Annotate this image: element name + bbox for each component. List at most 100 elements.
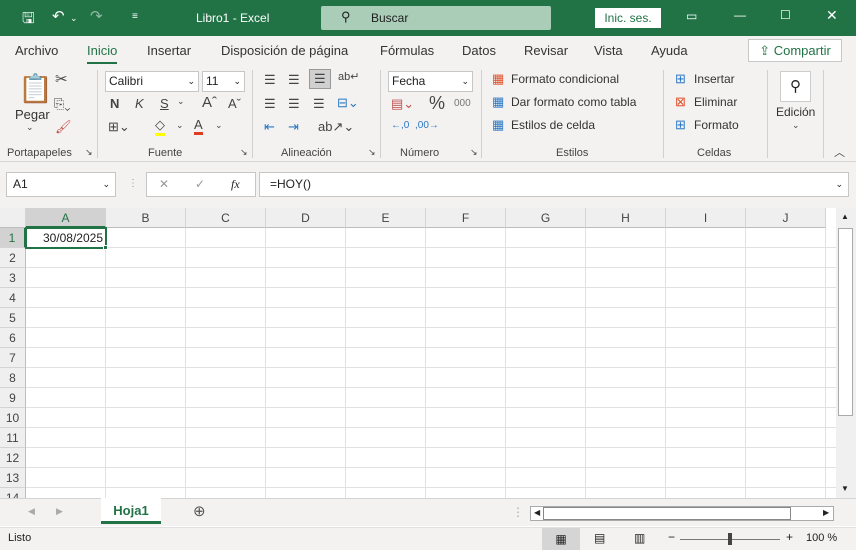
close-icon[interactable]: ✕: [826, 7, 838, 24]
increase-font-icon[interactable]: Aˆ: [202, 94, 217, 111]
sign-in-button[interactable]: Inic. ses.: [595, 8, 661, 28]
column-header[interactable]: E: [346, 208, 426, 228]
thousands-button[interactable]: 000: [454, 98, 471, 109]
name-box[interactable]: A1 ⌄: [6, 172, 116, 197]
insert-cells-button[interactable]: Insertar: [694, 72, 735, 86]
undo-icon[interactable]: ↶: [52, 7, 65, 25]
column-header[interactable]: D: [266, 208, 346, 228]
column-header[interactable]: F: [426, 208, 506, 228]
enter-icon[interactable]: ✓: [195, 173, 205, 196]
align-left-icon[interactable]: ☰: [264, 96, 276, 112]
cell-A1[interactable]: 30/08/2025: [25, 227, 107, 249]
accounting-format-icon[interactable]: ▤⌄: [391, 96, 414, 112]
share-button[interactable]: ⇪ Compartir: [748, 39, 842, 62]
delete-cells-button[interactable]: Eliminar: [694, 95, 737, 109]
align-right-icon[interactable]: ☰: [313, 96, 325, 112]
column-header[interactable]: I: [666, 208, 746, 228]
merge-center-icon[interactable]: ⊟⌄: [337, 95, 359, 111]
paste-icon[interactable]: 📋: [18, 72, 53, 105]
cut-icon[interactable]: ✂: [55, 70, 68, 88]
alignment-launcher-icon[interactable]: ↘: [368, 147, 376, 158]
wrap-text-icon[interactable]: ab↵: [338, 70, 359, 83]
align-bottom-icon[interactable]: ☰: [309, 69, 331, 89]
row-header[interactable]: 12: [0, 448, 26, 468]
cell-styles-button[interactable]: Estilos de celda: [511, 118, 595, 132]
editing-dropdown-icon[interactable]: ⌄: [792, 120, 800, 131]
row-header[interactable]: 14: [0, 488, 26, 498]
orientation-icon[interactable]: ab↗⌄: [318, 119, 354, 135]
row-header[interactable]: 8: [0, 368, 26, 388]
italic-button[interactable]: K: [135, 96, 144, 111]
column-header[interactable]: A: [26, 208, 106, 228]
column-header[interactable]: B: [106, 208, 186, 228]
prev-sheet-icon[interactable]: ◀: [28, 506, 35, 517]
conditional-format-button[interactable]: Formato condicional: [511, 72, 619, 86]
font-color-dropdown-icon[interactable]: ⌄: [215, 120, 223, 131]
copy-icon[interactable]: ⎘⌄: [54, 96, 71, 112]
font-launcher-icon[interactable]: ↘: [240, 147, 248, 158]
row-header[interactable]: 1: [0, 228, 26, 248]
font-color-icon[interactable]: A: [194, 117, 203, 135]
paste-button[interactable]: Pegar: [15, 107, 50, 122]
row-header[interactable]: 3: [0, 268, 26, 288]
page-break-icon[interactable]: ▥: [634, 531, 645, 545]
save-icon[interactable]: 🖫: [22, 8, 35, 33]
clipboard-launcher-icon[interactable]: ↘: [85, 147, 93, 158]
ribbon-display-icon[interactable]: ▭: [686, 9, 697, 23]
scroll-down-icon[interactable]: ▼: [841, 484, 849, 493]
editing-button[interactable]: Edición: [776, 105, 815, 119]
font-size-select[interactable]: 11 ⌄: [202, 71, 245, 92]
format-as-table-button[interactable]: Dar formato como tabla: [511, 95, 636, 109]
underline-button[interactable]: S: [160, 96, 169, 111]
tab-inicio[interactable]: Inicio: [87, 43, 118, 65]
row-header[interactable]: 11: [0, 428, 26, 448]
scroll-thumb[interactable]: [838, 228, 853, 416]
number-format-select[interactable]: Fecha ⌄: [388, 71, 473, 92]
sheet-tab-hoja1[interactable]: Hoja1: [101, 498, 161, 524]
scroll-right-icon[interactable]: ▶: [823, 508, 829, 517]
column-header[interactable]: H: [586, 208, 666, 228]
horizontal-scrollbar[interactable]: ◀ ▶: [530, 506, 834, 521]
decrease-decimal-icon[interactable]: ,00→: [415, 120, 439, 131]
search-box[interactable]: ⚲ Buscar: [321, 6, 551, 30]
format-cells-button[interactable]: Formato: [694, 118, 739, 132]
row-header[interactable]: 5: [0, 308, 26, 328]
add-sheet-icon[interactable]: ⊕: [193, 502, 206, 520]
next-sheet-icon[interactable]: ▶: [56, 506, 63, 517]
maximize-icon[interactable]: ☐: [780, 8, 791, 22]
column-header[interactable]: G: [506, 208, 586, 228]
tab-formulas[interactable]: Fórmulas: [380, 43, 434, 58]
format-painter-icon[interactable]: 🖌: [55, 119, 72, 135]
page-layout-icon[interactable]: ▤: [594, 531, 605, 545]
align-top-icon[interactable]: ☰: [264, 72, 276, 88]
redo-icon[interactable]: ↷: [90, 7, 103, 25]
paste-dropdown-icon[interactable]: ⌄: [26, 122, 34, 133]
number-launcher-icon[interactable]: ↘: [470, 147, 478, 158]
increase-decimal-icon[interactable]: ←,0: [391, 120, 409, 131]
bold-button[interactable]: N: [110, 96, 119, 111]
expand-formula-icon[interactable]: ⌄: [835, 173, 843, 196]
h-scroll-thumb[interactable]: [543, 507, 791, 520]
minimize-icon[interactable]: —: [734, 8, 746, 22]
column-header[interactable]: C: [186, 208, 266, 228]
fill-handle[interactable]: [103, 245, 108, 250]
spreadsheet-grid[interactable]: A B C D E F G H I J 1 2 3 4 5 6 7 8 9 10 11 12 13 14 30/08/2025: [0, 208, 836, 498]
tab-vista[interactable]: Vista: [594, 43, 623, 58]
select-all-corner[interactable]: [0, 208, 26, 228]
tab-revisar[interactable]: Revisar: [524, 43, 568, 58]
fill-dropdown-icon[interactable]: ⌄: [176, 120, 184, 131]
vertical-scrollbar[interactable]: ▲ ▼: [836, 208, 856, 498]
formula-input[interactable]: =HOY() ⌄: [259, 172, 849, 197]
row-header[interactable]: 13: [0, 468, 26, 488]
row-header[interactable]: 7: [0, 348, 26, 368]
font-name-select[interactable]: Calibri ⌄: [105, 71, 199, 92]
decrease-indent-icon[interactable]: ⇤: [264, 119, 275, 135]
column-header[interactable]: J: [746, 208, 826, 228]
borders-icon[interactable]: ⊞⌄: [108, 119, 130, 135]
row-header[interactable]: 2: [0, 248, 26, 268]
scroll-up-icon[interactable]: ▲: [841, 212, 849, 221]
cancel-icon[interactable]: ✕: [159, 173, 169, 196]
increase-indent-icon[interactable]: ⇥: [288, 119, 299, 135]
insert-function-icon[interactable]: fx: [231, 173, 240, 196]
decrease-font-icon[interactable]: Aˇ: [228, 96, 241, 111]
